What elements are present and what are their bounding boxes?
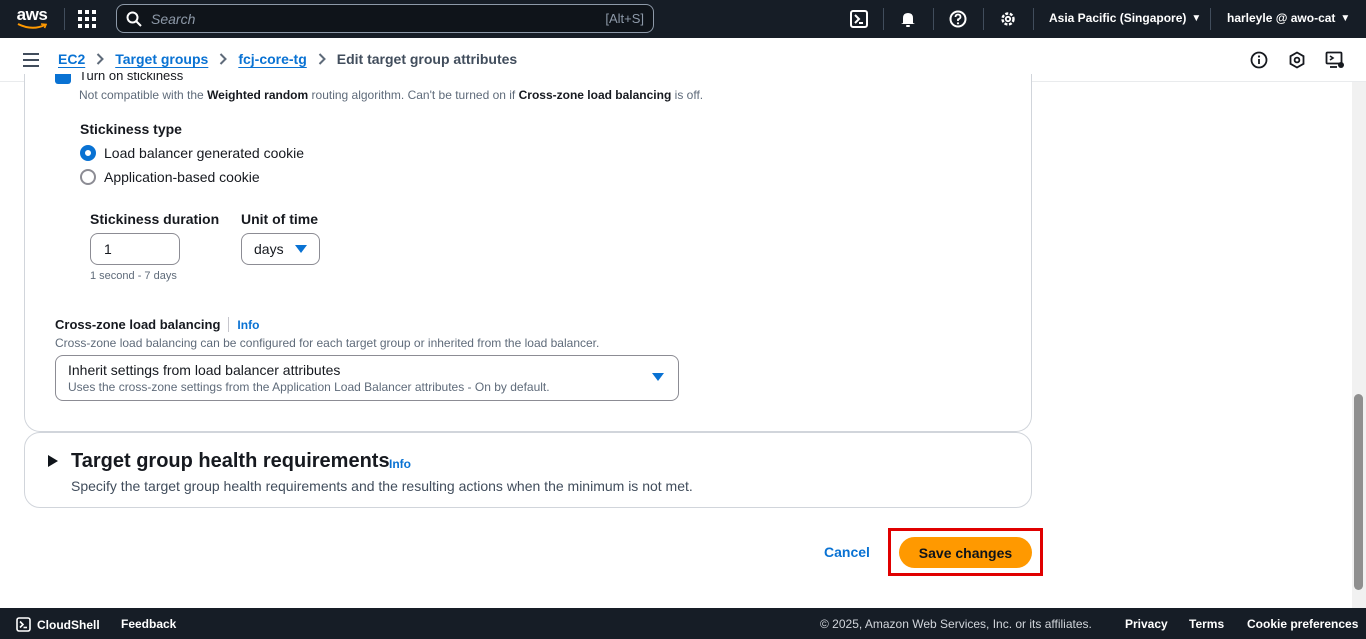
cross-zone-select[interactable]: Inherit settings from load balancer attr… [55,355,679,401]
cross-zone-label: Cross-zone load balancing [55,317,221,332]
caret-down-icon: ▼ [1340,12,1351,24]
caret-down-icon [295,245,307,253]
chevron-right-icon [219,53,228,65]
breadcrumb-target-group[interactable]: fcj-core-tg [238,51,306,67]
settings-hex-icon[interactable] [1287,50,1307,70]
radio-lb-cookie[interactable] [80,145,96,161]
services-grid-icon[interactable] [65,0,109,38]
footer-copyright: © 2025, Amazon Web Services, Inc. or its… [820,617,1092,631]
radio-lb-cookie-label[interactable]: Load balancer generated cookie [104,145,304,161]
stickiness-helper: Not compatible with the Weighted random … [79,88,703,102]
cloudshell-label: CloudShell [37,617,100,632]
region-selector[interactable]: Asia Pacific (Singapore) ▼ [1049,11,1201,25]
footer-cookie-preferences[interactable]: Cookie preferences [1247,617,1358,631]
footer-cloudshell[interactable]: CloudShell [16,617,100,632]
caret-right-icon[interactable] [48,455,58,467]
stickiness-type-label: Stickiness type [80,121,182,137]
health-requirements-description: Specify the target group health requirem… [71,478,693,494]
aws-logo[interactable]: aws [0,0,64,38]
health-info-link[interactable]: Info [389,457,411,471]
cross-zone-helper: Cross-zone load balancing can be configu… [55,336,600,350]
caret-down-icon [652,373,664,381]
breadcrumb: EC2 Target groups fcj-core-tg Edit targe… [58,51,517,67]
footer: CloudShell Feedback © 2025, Amazon Web S… [0,608,1366,639]
cloudshell-icon[interactable] [847,7,871,31]
search-shortcut: [Alt+S] [605,11,644,26]
search-icon [126,11,142,27]
top-navigation: aws Search [Alt+S] Asia Pacific (Singapo… [0,0,1366,38]
menu-icon[interactable] [22,52,40,73]
stickiness-checkbox-label: Turn on stickiness [79,72,184,81]
breadcrumb-target-groups[interactable]: Target groups [115,51,208,67]
cross-zone-select-description: Uses the cross-zone settings from the Ap… [68,380,550,394]
aws-smile-icon [17,23,47,29]
breadcrumb-ec2[interactable]: EC2 [58,51,85,67]
nav-divider [983,8,984,30]
helper-bold: Cross-zone load balancing [518,88,672,102]
footer-terms[interactable]: Terms [1189,617,1224,631]
bell-icon[interactable] [896,7,920,31]
info-circle-icon[interactable] [1249,50,1269,70]
label-divider [228,317,230,332]
cross-zone-header: Cross-zone load balancing Info [55,317,259,332]
search-input[interactable]: Search [Alt+S] [116,4,654,33]
helper-bold: Weighted random [207,88,309,102]
stickiness-duration-label: Stickiness duration [90,211,220,227]
aws-logo-text: aws [16,5,48,24]
breadcrumb-current: Edit target group attributes [336,51,518,67]
help-icon[interactable] [946,7,970,31]
account-menu[interactable]: harleyle @ awo-cat ▼ [1227,11,1350,25]
save-changes-button[interactable]: Save changes [899,537,1032,568]
unit-of-time-label: Unit of time [241,211,318,227]
radio-app-cookie[interactable] [80,169,96,185]
chevron-right-icon [318,53,326,65]
cross-zone-select-value: Inherit settings from load balancer attr… [68,362,341,378]
gear-icon[interactable] [996,7,1020,31]
caret-down-icon: ▼ [1191,12,1202,24]
footer-feedback[interactable]: Feedback [121,617,176,631]
helper-text: Not compatible with the [79,88,208,102]
helper-text: is off. [671,88,704,102]
region-label: Asia Pacific (Singapore) [1049,11,1187,25]
feedback-monitor-icon[interactable] [1325,50,1345,70]
cancel-button[interactable]: Cancel [814,538,880,566]
account-label: harleyle @ awo-cat [1227,11,1336,25]
nav-divider [1033,8,1034,30]
stickiness-duration-input[interactable]: 1 [90,233,180,265]
nav-divider [883,8,884,30]
nav-divider [933,8,934,30]
scrollbar-thumb[interactable] [1354,394,1363,590]
stickiness-duration-value: 1 [104,241,112,257]
nav-divider [1210,8,1211,30]
stickiness-checkbox[interactable] [55,74,71,84]
helper-text: routing algorithm. Can't be turned on if [308,88,519,102]
health-requirements-title[interactable]: Target group health requirements [71,450,390,473]
duration-hint: 1 second - 7 days [90,270,177,282]
unit-of-time-value: days [254,241,284,257]
chevron-right-icon [96,53,105,65]
radio-app-cookie-label[interactable]: Application-based cookie [104,169,260,185]
cross-zone-info-link[interactable]: Info [237,318,259,332]
unit-of-time-select[interactable]: days [241,233,320,265]
cloudshell-icon [16,617,31,632]
search-placeholder: Search [151,10,196,27]
footer-privacy[interactable]: Privacy [1125,617,1168,631]
